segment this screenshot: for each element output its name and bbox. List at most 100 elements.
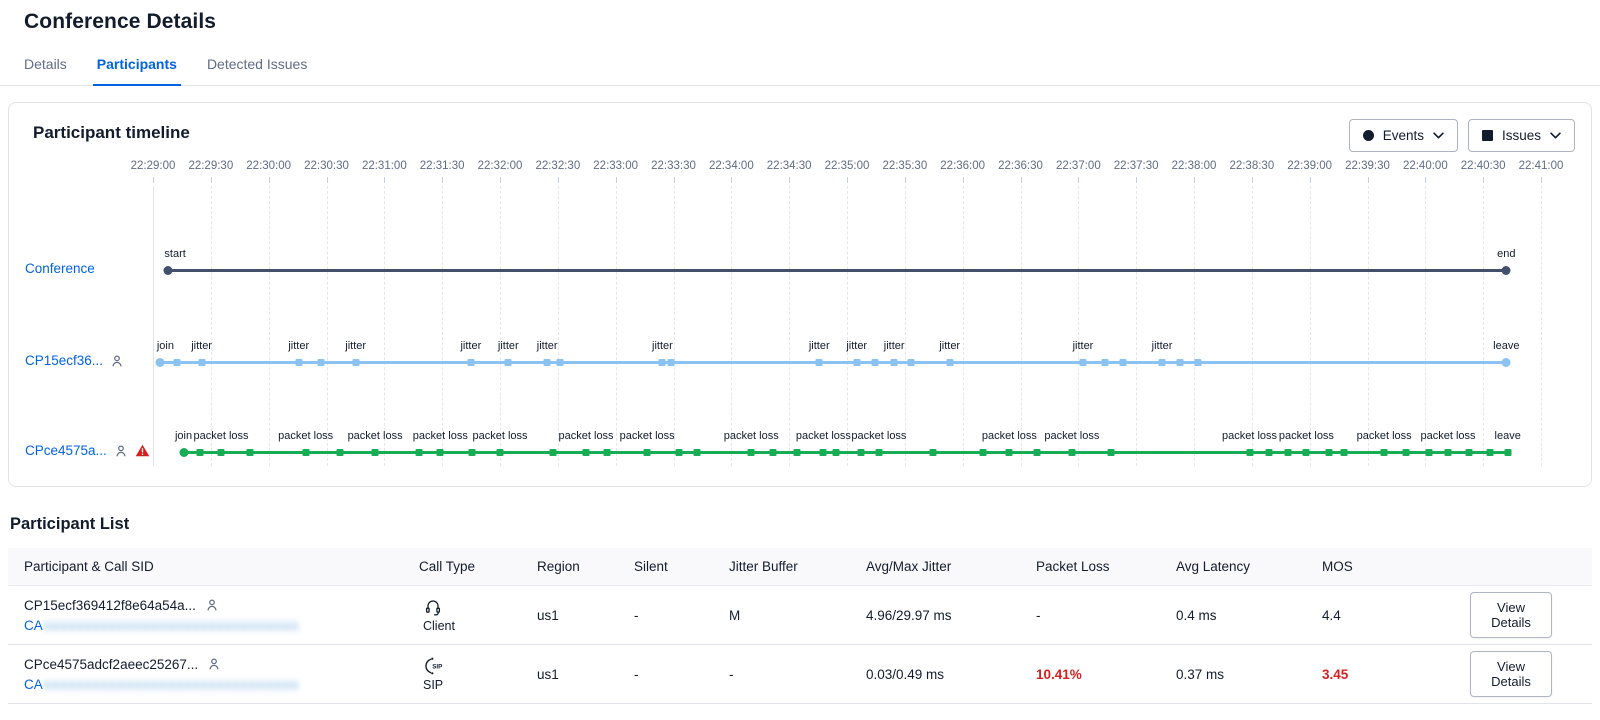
gridline: [905, 186, 906, 466]
event-marker-jitter[interactable]: [853, 359, 860, 366]
view-details-button[interactable]: View Details: [1470, 651, 1552, 697]
timeline-row-link[interactable]: CP15ecf36...: [25, 353, 103, 368]
event-marker-packet-loss[interactable]: [1445, 449, 1452, 456]
call-sid-link[interactable]: CA: [24, 618, 43, 633]
timeline-row-link[interactable]: Conference: [25, 261, 95, 276]
view-details-button[interactable]: View Details: [1470, 592, 1552, 638]
event-marker[interactable]: [871, 359, 878, 366]
gridline: [789, 186, 790, 466]
event-marker-packet-loss[interactable]: [820, 449, 827, 456]
event-marker-join[interactable]: [179, 448, 188, 457]
event-marker-jitter[interactable]: [467, 359, 474, 366]
event-marker[interactable]: [1486, 449, 1493, 456]
event-marker-leave[interactable]: [1504, 449, 1511, 456]
gridline: [1078, 186, 1079, 466]
event-marker[interactable]: [469, 449, 476, 456]
event-marker[interactable]: [173, 359, 180, 366]
axis-time-label: 22:35:00: [825, 160, 870, 172]
event-marker-jitter[interactable]: [198, 359, 205, 366]
event-marker[interactable]: [1107, 449, 1114, 456]
events-filter-button[interactable]: Events: [1349, 119, 1458, 152]
event-marker[interactable]: [549, 449, 556, 456]
column-header-packet-loss: Packet Loss: [1036, 559, 1176, 574]
event-marker-jitter[interactable]: [1079, 359, 1086, 366]
event-marker[interactable]: [1102, 359, 1109, 366]
event-marker-start[interactable]: [164, 266, 173, 275]
event-marker[interactable]: [1034, 449, 1041, 456]
event-marker-packet-loss[interactable]: [1381, 449, 1388, 456]
event-marker[interactable]: [337, 449, 344, 456]
event-marker[interactable]: [770, 449, 777, 456]
event-marker-packet-loss[interactable]: [497, 449, 504, 456]
event-marker-packet-loss[interactable]: [644, 449, 651, 456]
event-marker-packet-loss[interactable]: [1006, 449, 1013, 456]
event-marker[interactable]: [1177, 359, 1184, 366]
avg-latency-cell: 0.4 ms: [1176, 608, 1322, 623]
event-marker[interactable]: [416, 449, 423, 456]
event-marker-jitter[interactable]: [946, 359, 953, 366]
event-marker-packet-loss[interactable]: [875, 449, 882, 456]
event-marker[interactable]: [1265, 449, 1272, 456]
axis-tick: [153, 177, 154, 183]
event-marker[interactable]: [556, 359, 563, 366]
event-marker[interactable]: [794, 449, 801, 456]
timeline-track-conference: [168, 269, 1506, 272]
participant-list-title: Participant List: [10, 515, 1600, 534]
event-marker[interactable]: [1120, 359, 1127, 366]
call-sid-link[interactable]: CA: [24, 677, 43, 692]
tab-details[interactable]: Details: [24, 56, 67, 85]
mos-cell: 4.4: [1322, 608, 1470, 623]
event-marker-end[interactable]: [1502, 266, 1511, 275]
event-marker-join[interactable]: [155, 358, 164, 367]
event-marker[interactable]: [667, 359, 674, 366]
tab-detected-issues[interactable]: Detected Issues: [207, 56, 307, 85]
tab-participants[interactable]: Participants: [97, 56, 177, 85]
event-marker-jitter[interactable]: [544, 359, 551, 366]
event-marker[interactable]: [1465, 449, 1472, 456]
event-marker-packet-loss[interactable]: [218, 449, 225, 456]
event-marker-jitter[interactable]: [352, 359, 359, 366]
event-marker-packet-loss[interactable]: [437, 449, 444, 456]
event-marker-jitter[interactable]: [295, 359, 302, 366]
gridline: [1136, 186, 1137, 466]
event-marker[interactable]: [317, 359, 324, 366]
event-marker-leave[interactable]: [1502, 358, 1511, 367]
issues-filter-button[interactable]: Issues: [1468, 119, 1575, 152]
svg-text:SIP: SIP: [432, 663, 442, 670]
gridline: [327, 186, 328, 466]
column-header-region: Region: [537, 559, 634, 574]
event-marker[interactable]: [1425, 449, 1432, 456]
event-marker-jitter[interactable]: [505, 359, 512, 366]
event-marker-packet-loss[interactable]: [372, 449, 379, 456]
event-marker[interactable]: [832, 449, 839, 456]
timeline-row-link[interactable]: CPce4575a...: [25, 443, 107, 458]
event-marker-jitter[interactable]: [816, 359, 823, 366]
event-marker[interactable]: [980, 449, 987, 456]
event-marker[interactable]: [1285, 449, 1292, 456]
circle-icon: [1363, 130, 1374, 141]
event-marker-jitter[interactable]: [1159, 359, 1166, 366]
event-marker-packet-loss[interactable]: [1303, 449, 1310, 456]
event-marker-packet-loss[interactable]: [583, 449, 590, 456]
event-marker[interactable]: [1340, 449, 1347, 456]
event-marker-packet-loss[interactable]: [1068, 449, 1075, 456]
event-label: jitter: [498, 340, 519, 352]
event-marker-packet-loss[interactable]: [748, 449, 755, 456]
event-marker-jitter[interactable]: [891, 359, 898, 366]
event-marker[interactable]: [1325, 449, 1332, 456]
event-marker[interactable]: [930, 449, 937, 456]
event-marker[interactable]: [1195, 359, 1202, 366]
event-marker-jitter[interactable]: [659, 359, 666, 366]
event-marker[interactable]: [694, 449, 701, 456]
event-marker[interactable]: [857, 449, 864, 456]
event-marker[interactable]: [603, 449, 610, 456]
event-marker[interactable]: [907, 359, 914, 366]
event-marker[interactable]: [247, 449, 254, 456]
event-marker[interactable]: [1403, 449, 1410, 456]
event-label: packet loss: [1044, 430, 1099, 442]
event-label: packet loss: [796, 430, 851, 442]
event-marker[interactable]: [676, 449, 683, 456]
event-marker[interactable]: [197, 449, 204, 456]
event-marker-packet-loss[interactable]: [302, 449, 309, 456]
event-marker-packet-loss[interactable]: [1246, 449, 1253, 456]
